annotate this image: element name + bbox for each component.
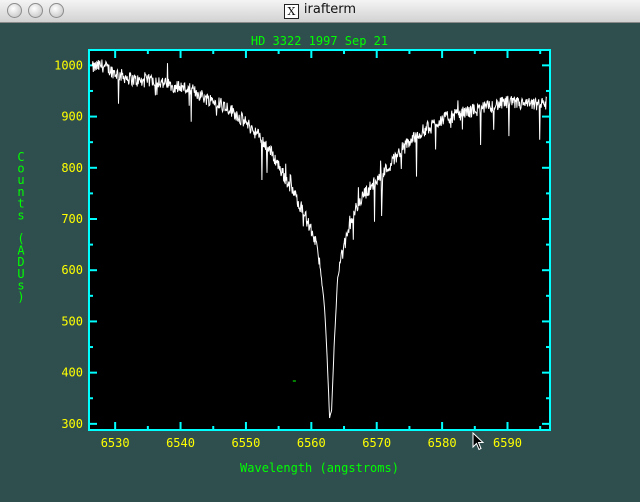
y-tick-label: 1000 <box>54 58 83 72</box>
spectrum-plot: 6530 6540 6550 6560 6570 6580 6590 300 400 500 60… <box>17 34 551 475</box>
x-axis-label: Wavelength (angstroms) <box>240 461 399 475</box>
y-axis-label: Counts(ADUs) <box>17 150 25 304</box>
y-axis-label-char: s <box>17 208 24 222</box>
x11-icon: X <box>283 4 299 19</box>
irafterm-window: Xirafterm 6530 6540 6550 6560 6570 6580 6590 3… <box>0 0 640 502</box>
window-title-area: Xirafterm <box>0 2 640 19</box>
plot-area <box>89 50 550 430</box>
y-tick-label: 600 <box>61 263 83 277</box>
y-tick-label: 700 <box>61 212 83 226</box>
y-tick-label: 800 <box>61 161 83 175</box>
x-tick-label: 6550 <box>231 436 260 450</box>
y-tick-label: 900 <box>61 110 83 124</box>
y-axis-label-char: ) <box>17 290 24 304</box>
title-bar: Xirafterm <box>0 0 640 23</box>
x-tick-label: 6570 <box>362 436 391 450</box>
y-tick-label: 500 <box>61 314 83 328</box>
mouse-cursor-icon <box>472 432 485 451</box>
window-title: irafterm <box>303 2 357 17</box>
x-tick-label: 6560 <box>297 436 326 450</box>
y-tick-label: 400 <box>61 366 83 380</box>
x-tick-label: 6590 <box>493 436 522 450</box>
x-tick-label: 6540 <box>166 436 195 450</box>
y-tick-label: 300 <box>61 417 83 431</box>
x-tick-label: 6530 <box>101 436 130 450</box>
x-tick-label: 6580 <box>428 436 457 450</box>
plot-annotation: - <box>291 373 298 387</box>
chart-title: HD 3322 1997 Sep 21 <box>251 34 388 48</box>
